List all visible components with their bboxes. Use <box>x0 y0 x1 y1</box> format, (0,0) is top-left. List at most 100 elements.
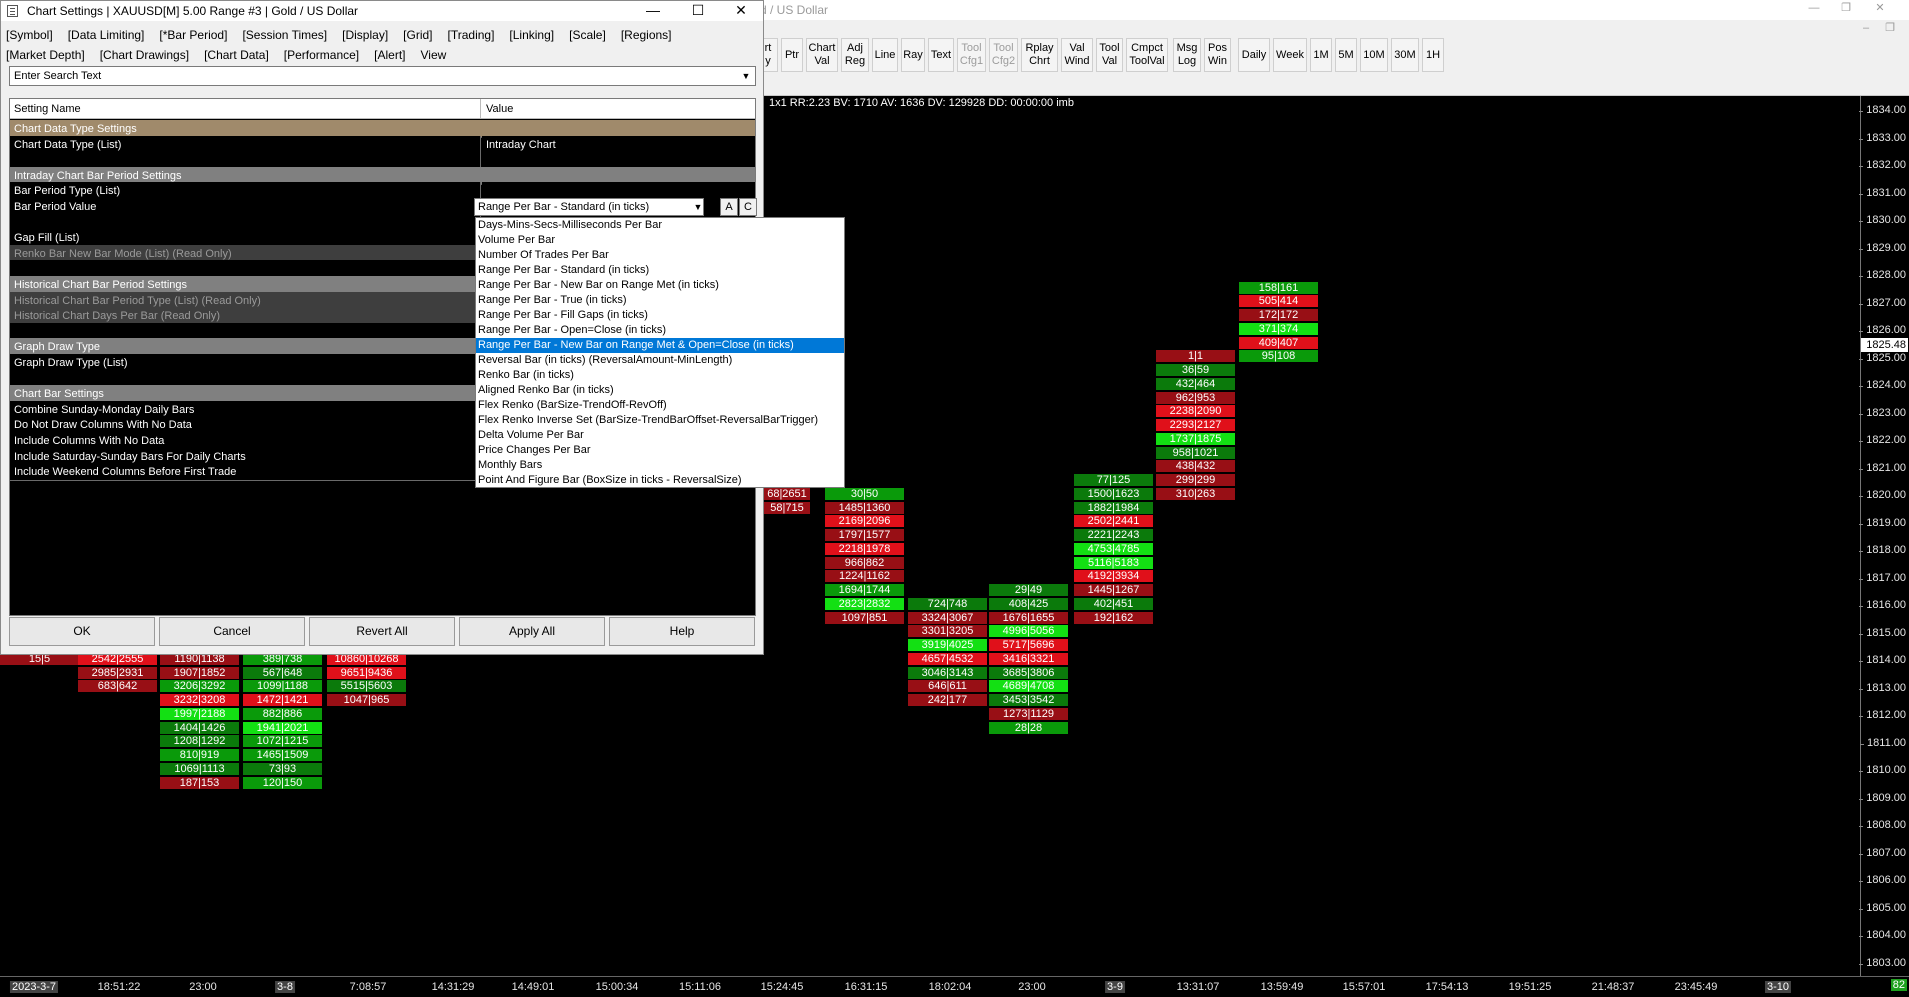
search-input[interactable] <box>10 67 730 85</box>
toolbar-button-rplay-chrt[interactable]: Rplay Chrt <box>1021 38 1058 72</box>
tab-display[interactable]: [Display] <box>342 25 388 45</box>
cancel-button[interactable]: Cancel <box>159 617 305 646</box>
tab-trading[interactable]: [Trading] <box>448 25 495 45</box>
tab-bar-period[interactable]: [*Bar Period] <box>159 25 227 45</box>
dropdown-option[interactable]: Range Per Bar - Standard (in ticks) <box>476 263 844 278</box>
dropdown-option[interactable]: Range Per Bar - New Bar on Range Met (in… <box>476 278 844 293</box>
toolbar-button-10m[interactable]: 10M <box>1360 38 1388 72</box>
toolbar-button-week[interactable]: Week <box>1273 38 1307 72</box>
dialog-close-icon[interactable]: ✕ <box>719 1 763 21</box>
footprint-cell: 5515|5603 <box>327 680 406 694</box>
footprint-cell: 29|49 <box>989 584 1068 597</box>
dialog-minimize-icon[interactable]: — <box>631 1 675 21</box>
dropdown-option[interactable]: Flex Renko Inverse Set (BarSize-TrendBar… <box>476 413 844 428</box>
search-box[interactable]: ▼ <box>9 66 756 86</box>
dropdown-option[interactable]: Days-Mins-Secs-Milliseconds Per Bar <box>476 218 844 233</box>
toolbar-button-adj-reg[interactable]: Adj Reg <box>841 38 869 72</box>
main-minimize-icon[interactable]: — <box>1800 0 1828 18</box>
price-axis[interactable]: 1834.00 1833.00 1832.00 1831.00 1830.00 1829.… <box>1859 96 1909 976</box>
ok-button[interactable]: OK <box>9 617 155 646</box>
tab-chart-drawings[interactable]: [Chart Drawings] <box>100 45 189 65</box>
tab-session-times[interactable]: [Session Times] <box>242 25 327 45</box>
tab-grid[interactable]: [Grid] <box>403 25 432 45</box>
tab-data-limiting[interactable]: [Data Limiting] <box>68 25 145 45</box>
toolbar-button-5m[interactable]: 5M <box>1335 38 1357 72</box>
tab-linking[interactable]: [Linking] <box>509 25 554 45</box>
dropdown-option[interactable]: Delta Volume Per Bar <box>476 428 844 443</box>
dropdown-option[interactable]: Monthly Bars <box>476 458 844 473</box>
bar-period-type-list[interactable]: Days-Mins-Secs-Milliseconds Per Bar Volum… <box>475 217 845 488</box>
toolbar-button-text[interactable]: Text <box>928 38 954 72</box>
help-button[interactable]: Help <box>609 617 755 646</box>
toolbar-button-tool-cfg2[interactable]: Tool Cfg2 <box>989 38 1018 72</box>
time-tick: 17:54:13 <box>1425 981 1469 993</box>
time-axis[interactable]: 82 2023-3-7 18:51:22 23:00 3-8 7:08:57 14:31:… <box>0 976 1909 997</box>
toolbar-button-ray[interactable]: Ray <box>901 38 925 72</box>
main-close-icon[interactable]: ✕ <box>1866 0 1894 18</box>
toolbar-button-val-wind[interactable]: Val Wind <box>1061 38 1093 72</box>
apply-all-button[interactable]: Apply All <box>459 617 605 646</box>
dropdown-option[interactable]: Aligned Renko Bar (in ticks) <box>476 383 844 398</box>
dropdown-option[interactable]: Range Per Bar - True (in ticks) <box>476 293 844 308</box>
dropdown-option[interactable]: Point And Figure Bar (BoxSize in ticks -… <box>476 473 844 488</box>
tab-menu-row-1: [Symbol] [Data Limiting] [*Bar Period] [Ses… <box>1 25 763 45</box>
button-a[interactable]: A <box>720 198 738 216</box>
price-tick: 1804.00 <box>1859 929 1906 941</box>
footprint-cell: 505|414 <box>1239 295 1318 309</box>
footprint-cell: 36|59 <box>1156 364 1235 377</box>
main-maximize-icon[interactable]: ❐ <box>1832 0 1860 18</box>
toolbar-button-chart-val[interactable]: Chart Val <box>806 38 838 72</box>
tab-alert[interactable]: [Alert] <box>374 45 405 65</box>
tab-performance[interactable]: [Performance] <box>284 45 359 65</box>
toolbar-button-1m[interactable]: 1M <box>1310 38 1332 72</box>
toolbar-button-tool-val[interactable]: Tool Val <box>1096 38 1123 72</box>
tab-chart-data[interactable]: [Chart Data] <box>204 45 269 65</box>
bar-period-type-dropdown[interactable]: Range Per Bar - Standard (in ticks) <box>474 198 704 216</box>
footprint-cell: 3206|3292 <box>160 680 239 694</box>
footprint-cell: 30|50 <box>825 487 904 501</box>
toolbar-button-30m[interactable]: 30M <box>1391 38 1419 72</box>
dropdown-option[interactable]: Renko Bar (in ticks) <box>476 368 844 383</box>
price-tick: 1833.00 <box>1859 131 1906 144</box>
dropdown-option[interactable]: Number Of Trades Per Bar <box>476 248 844 263</box>
toolbar-button-daily[interactable]: Daily <box>1238 38 1270 72</box>
toolbar-button-pos-win[interactable]: Pos Win <box>1204 38 1231 72</box>
tab-symbol[interactable]: [Symbol] <box>6 25 53 45</box>
footprint-cell: 3232|3208 <box>160 694 239 707</box>
toolbar-button-cmpct-toolval[interactable]: Cmpct ToolVal <box>1126 38 1168 72</box>
dropdown-option[interactable]: Range Per Bar - Open=Close (in ticks) <box>476 323 844 338</box>
tab-scale[interactable]: [Scale] <box>569 25 606 45</box>
chevron-down-icon[interactable]: ▼ <box>739 69 753 83</box>
dropdown-option[interactable]: Volume Per Bar <box>476 233 844 248</box>
tab-regions[interactable]: [Regions] <box>621 25 672 45</box>
toolbar-button-tool-cfg1[interactable]: Tool Cfg1 <box>957 38 986 72</box>
dropdown-option[interactable]: Reversal Bar (in ticks) (ReversalAmount-… <box>476 353 844 368</box>
dropdown-option[interactable]: Flex Renko (BarSize-TrendOff-RevOff) <box>476 398 844 413</box>
footprint-cell: 1694|1744 <box>825 584 904 597</box>
footprint-cell: 120|150 <box>243 776 322 790</box>
toolbar-button-1h[interactable]: 1H <box>1422 38 1444 72</box>
tab-market-depth[interactable]: [Market Depth] <box>6 45 85 65</box>
footprint-cell: 1485|1360 <box>825 501 904 515</box>
footprint-cell: 402|451 <box>1074 597 1153 611</box>
footprint-cell: 5116|5183 <box>1074 556 1153 570</box>
dropdown-option[interactable]: Price Changes Per Bar <box>476 443 844 458</box>
button-c[interactable]: C <box>739 198 757 216</box>
tab-view[interactable]: View <box>421 45 447 65</box>
toolbar-button-msg-log[interactable]: Msg Log <box>1173 38 1201 72</box>
footprint-cell: 1072|1215 <box>243 735 322 749</box>
dialog-titlebar[interactable]: Chart Settings | XAUUSD[M] 5.00 Range #3… <box>1 1 763 21</box>
toolbar-button-line[interactable]: Line <box>872 38 898 72</box>
time-tick: 14:49:01 <box>511 981 555 993</box>
revert-all-button[interactable]: Revert All <box>309 617 455 646</box>
dialog-title: Chart Settings | XAUUSD[M] 5.00 Range #3… <box>27 4 359 18</box>
dropdown-option[interactable]: Range Per Bar - Fill Gaps (in ticks) <box>476 308 844 323</box>
chart-info-bar: 1x1 RR:2.23 BV: 1710 AV: 1636 DV: 129928… <box>769 97 1074 109</box>
dialog-maximize-icon[interactable]: ☐ <box>676 1 720 21</box>
chart-restore-icon[interactable]: ❐ <box>1876 20 1904 38</box>
footprint-cell: 408|425 <box>989 597 1068 611</box>
dropdown-option[interactable]: Range Per Bar - New Bar on Range Met & O… <box>476 338 844 353</box>
toolbar-button-ptr[interactable]: Ptr <box>781 38 803 72</box>
footprint-cell: 438|432 <box>1156 460 1235 474</box>
chevron-down-icon[interactable]: ▼ <box>691 200 705 214</box>
